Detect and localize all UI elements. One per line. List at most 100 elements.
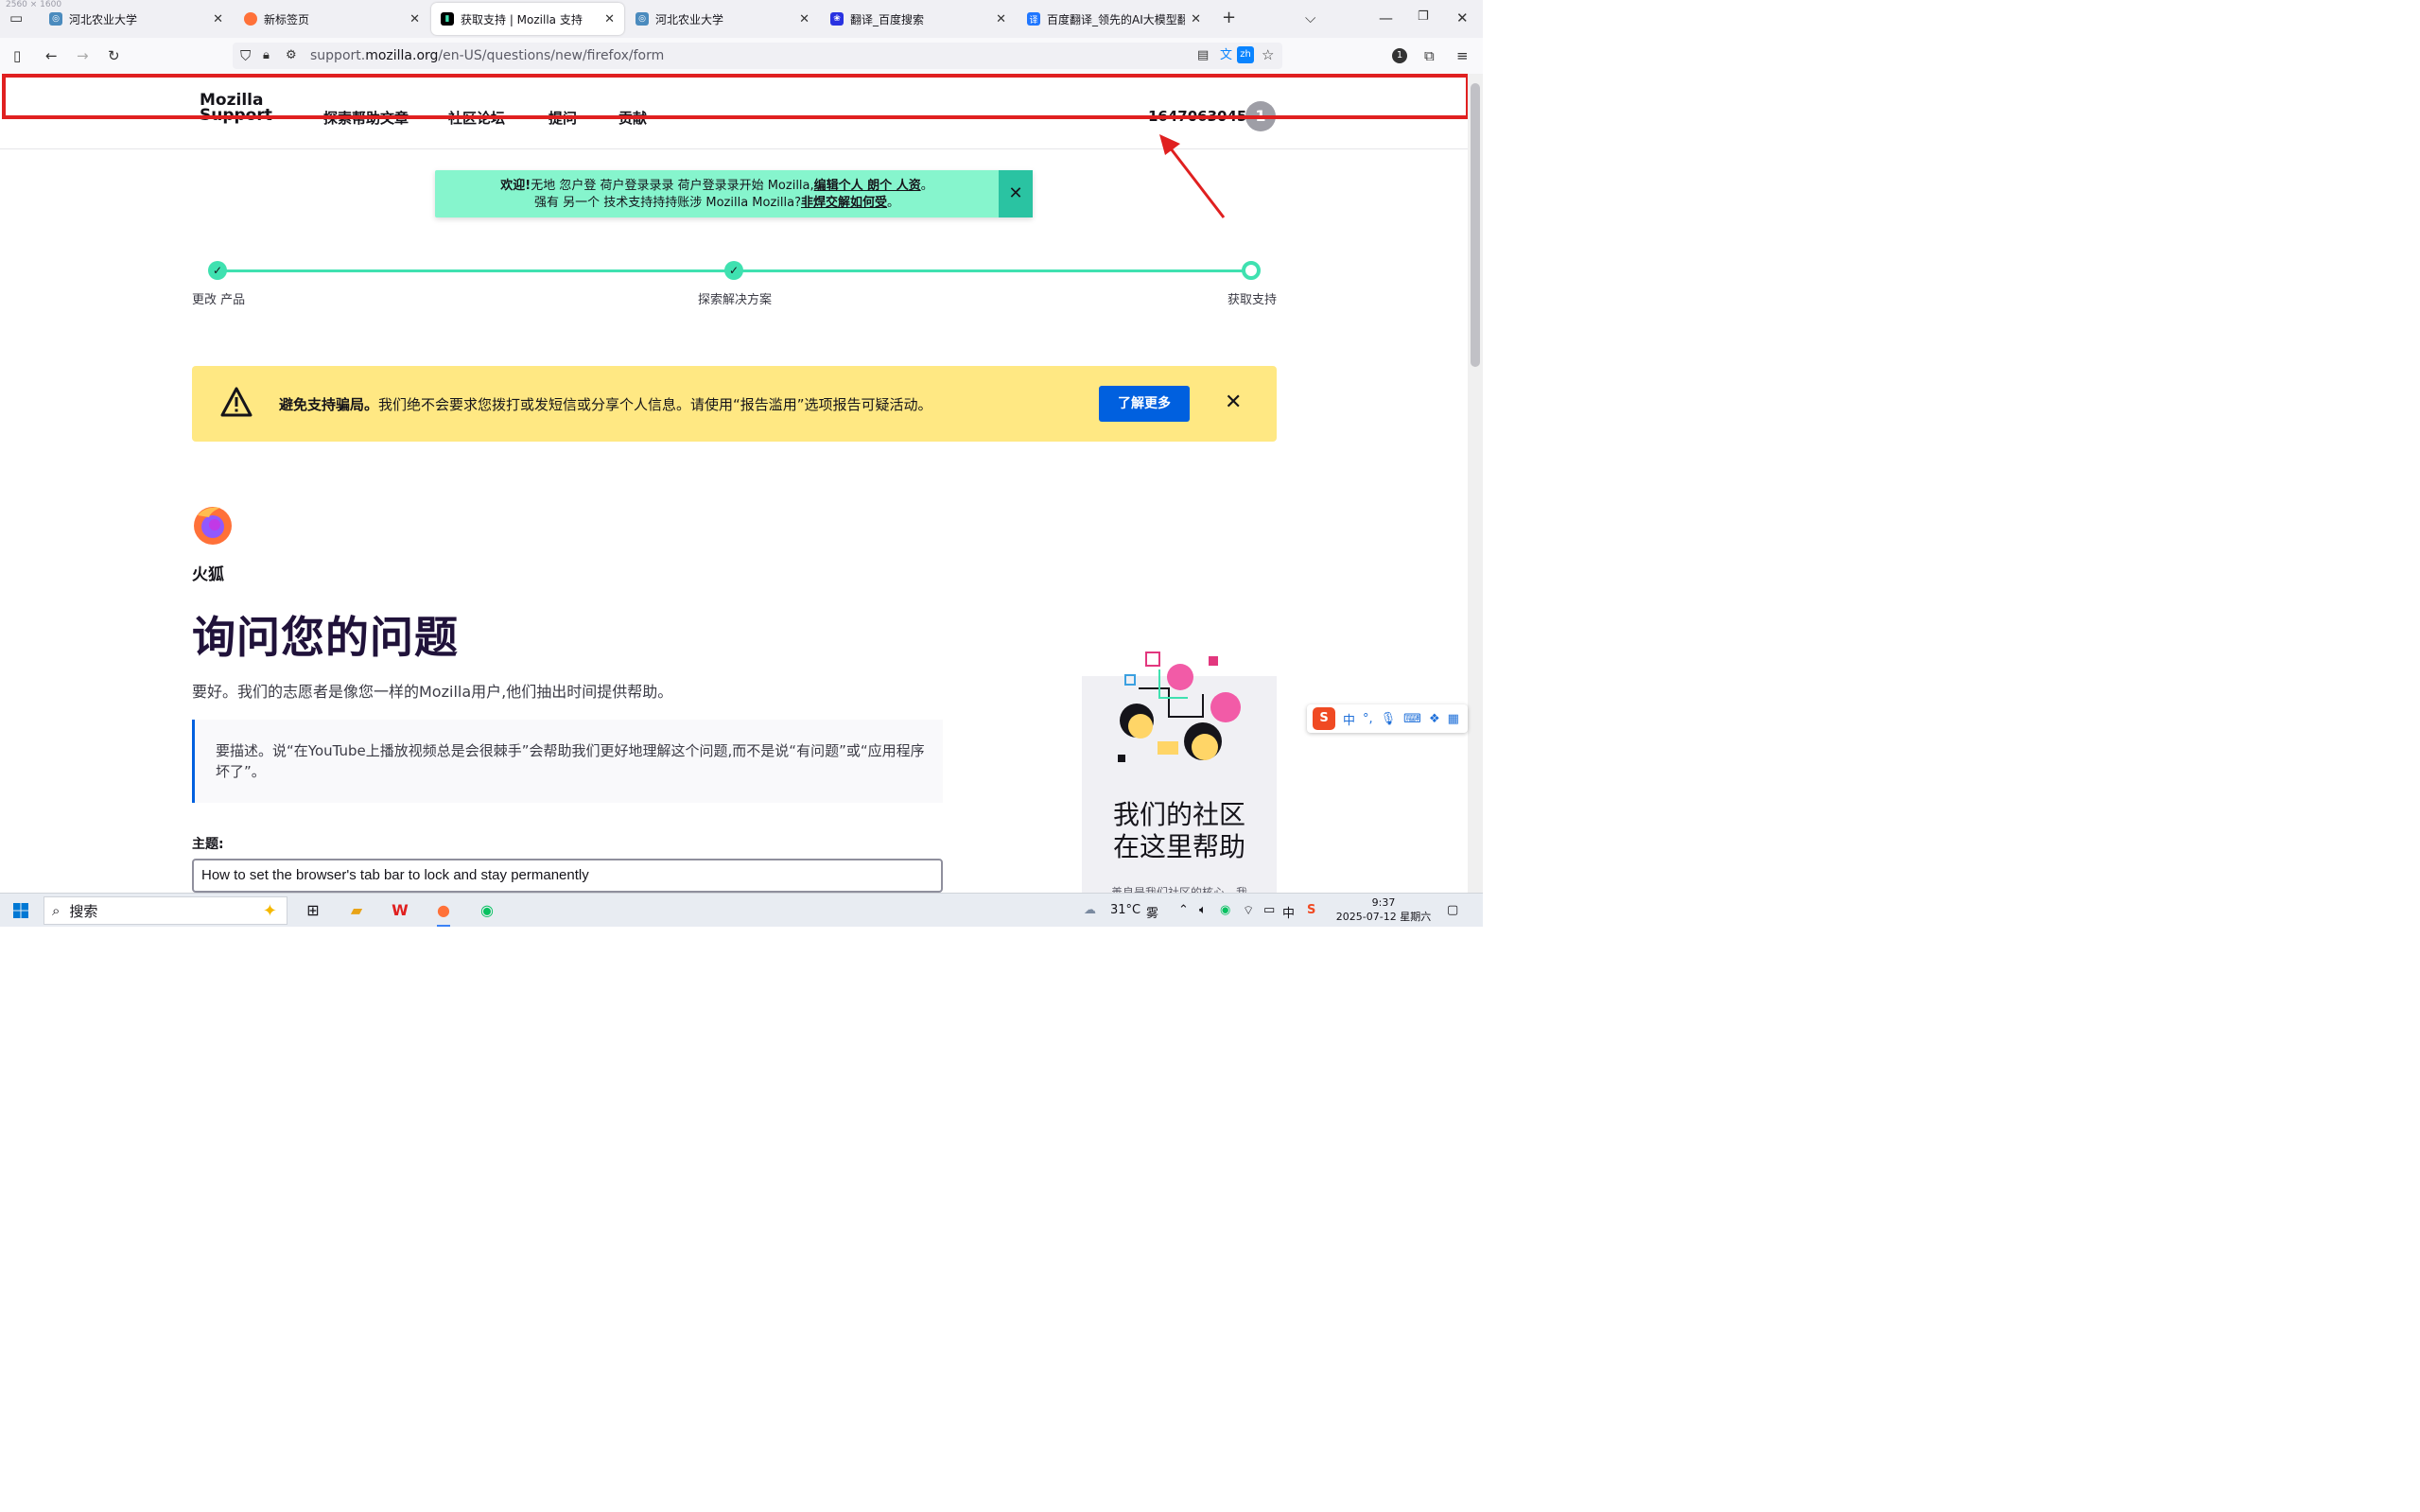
annotation-arrow-icon (1159, 134, 1226, 218)
close-icon: ✕ (1225, 391, 1243, 414)
microphone-icon[interactable]: 🎙︎ (1381, 712, 1397, 726)
baidu-translate-icon: 译 (1027, 12, 1040, 26)
translate-language-badge[interactable]: zh (1237, 46, 1254, 63)
warning-close-button[interactable]: ✕ (1225, 391, 1242, 414)
step-done-check-icon: ✓ (208, 261, 227, 280)
community-subtitle: 善良是我们社区的核心。我 (1110, 886, 1247, 893)
chevron-down-icon[interactable]: ⌵ (1305, 9, 1315, 26)
ime-punctuation-toggle[interactable]: °, (1363, 712, 1373, 726)
wechat-icon[interactable]: ◉ (475, 898, 499, 923)
permissions-icon[interactable]: ⚙ (286, 47, 297, 64)
subject-input[interactable]: How to set the browser's tab bar to lock… (192, 859, 943, 893)
annotation-highlight-box (2, 74, 1468, 119)
step-label-explore-solutions[interactable]: 探索解决方案 (698, 289, 772, 307)
learn-how-link[interactable]: 非焊交解如何受 (801, 196, 887, 210)
sogou-tray-icon[interactable]: S (1307, 903, 1315, 917)
baidu-icon: ❀ (830, 12, 844, 26)
tab-mozilla-support[interactable]: ▮ 获取支持 | Mozilla 支持 ✕ (431, 3, 624, 35)
bookmark-star-icon[interactable]: ☆ (1262, 46, 1274, 63)
firefox-taskbar-icon[interactable]: ● (431, 898, 456, 927)
tab-new-tab[interactable]: 新标签页 ✕ (235, 3, 429, 35)
wifi-icon[interactable]: ⌔ (1243, 903, 1254, 918)
back-arrow-icon[interactable]: ← (45, 47, 58, 64)
tab-list-icon[interactable]: ▭ (9, 9, 23, 26)
welcome-close-button[interactable]: ✕ (999, 170, 1033, 217)
wps-office-icon[interactable]: W (388, 898, 412, 923)
warning-triangle-icon (220, 387, 252, 417)
page-title: 询问您的问题 (192, 612, 459, 663)
description-tip: 要描述。说“在YouTube上播放视频总是会很棘手”会帮助我们更好地理解这个问题… (192, 720, 943, 803)
scrollbar-thumb[interactable] (1471, 83, 1480, 367)
new-tab-plus-icon[interactable]: + (1222, 8, 1236, 27)
page-scrollbar[interactable] (1468, 74, 1483, 893)
wechat-tray-icon[interactable]: ◉ (1220, 903, 1230, 917)
reader-view-icon[interactable]: ▤ (1197, 47, 1209, 64)
minimize-icon[interactable]: — (1379, 9, 1393, 26)
intro-text: 要好。我们的志愿者是像您一样的Mozilla用户,他们抽出时间提供帮助。 (192, 683, 673, 701)
community-illustration-icon (1118, 652, 1241, 762)
navigation-toolbar: ▯ ← → ↻ ⛉ 🔒︎ ⚙ support.mozilla.org/en-US… (0, 38, 1483, 74)
browser-tab-strip: ▭ 2560 × 1600 ◎ 河北农业大学 ✕ 新标签页 ✕ ▮ 获取支持 |… (0, 0, 1483, 38)
globe-icon: ◎ (49, 12, 62, 26)
restore-icon[interactable]: ❐ (1418, 9, 1429, 24)
close-tab-icon[interactable]: ✕ (409, 12, 420, 26)
forward-arrow-icon[interactable]: → (77, 47, 89, 64)
shield-icon[interactable]: ⛉ (240, 47, 251, 64)
tab-baidu-translate[interactable]: 译 百度翻译_领先的AI大模型翻译_ ✕ (1018, 3, 1210, 35)
mozilla-support-icon: ▮ (441, 12, 454, 26)
close-tab-icon[interactable]: ✕ (604, 12, 615, 26)
sidebar-toggle-icon[interactable]: ▯ (13, 47, 21, 64)
lock-icon[interactable]: 🔒︎ (263, 47, 270, 64)
apps-grid-icon[interactable]: ▦ (1448, 712, 1459, 726)
reload-icon[interactable]: ↻ (108, 47, 120, 64)
sparkle-icon: ✦ (262, 900, 277, 921)
scam-warning-banner: 避免支持骗局。我们绝不会要求您拨打或发短信或分享个人信息。请使用“报告滥用”选项… (192, 366, 1277, 442)
skin-icon[interactable]: ❖ (1429, 712, 1440, 726)
tab-hebau-2[interactable]: ◎ 河北农业大学 ✕ (626, 3, 819, 35)
ime-mode-toggle[interactable]: 中 (1343, 710, 1355, 728)
weather-cloud-icon[interactable]: ☁ (1084, 903, 1096, 917)
translate-icon[interactable]: 文 (1220, 47, 1232, 64)
window-close-icon[interactable]: ✕ (1456, 9, 1469, 26)
tray-chevron-up-icon[interactable]: ⌃ (1178, 903, 1189, 917)
step-label-change-product[interactable]: 更改 产品 (192, 289, 245, 307)
product-name: 火狐 (192, 565, 224, 584)
address-bar[interactable]: ⛉ 🔒︎ ⚙ support.mozilla.org/en-US/questio… (233, 43, 1282, 69)
battery-icon[interactable]: ▭ (1263, 903, 1275, 917)
subject-label: 主题: (192, 837, 224, 852)
taskbar-search-box[interactable]: ⌕ 搜索 ✦ (44, 896, 287, 925)
ime-tray-indicator[interactable]: 中 (1282, 903, 1295, 921)
system-clock[interactable]: 9:37 2025-07-12 星期六 (1333, 895, 1434, 924)
close-tab-icon[interactable]: ✕ (213, 12, 223, 26)
close-tab-icon[interactable]: ✕ (996, 12, 1006, 26)
file-explorer-icon[interactable]: ▰ (344, 898, 369, 923)
firefox-icon (244, 12, 257, 26)
extensions-puzzle-icon[interactable]: ⧉ (1424, 47, 1435, 64)
keyboard-icon[interactable]: ⌨ (1403, 712, 1421, 726)
ime-toolbar[interactable]: S 中 °, 🎙︎ ⌨ ❖ ▦ (1307, 704, 1468, 733)
menu-hamburger-icon[interactable]: ≡ (1456, 47, 1469, 64)
weather-description[interactable]: 雾 (1146, 903, 1158, 921)
edit-profile-link[interactable]: 编辑个人 朗个 人资 (814, 179, 921, 193)
close-tab-icon[interactable]: ✕ (799, 12, 810, 26)
learn-more-button[interactable]: 了解更多 (1099, 386, 1190, 422)
close-icon: ✕ (1008, 183, 1023, 203)
globe-icon: ◎ (635, 12, 649, 26)
notification-icon[interactable]: ▢ (1447, 903, 1458, 917)
extension-badge-icon[interactable]: 1 (1392, 48, 1407, 63)
windows-start-icon[interactable] (13, 903, 28, 918)
firefox-logo-icon (194, 507, 232, 545)
welcome-banner: 欢迎!无地 忽户登 荷户登录录录 荷户登录录开始 Mozilla,编辑个人 朗个… (435, 170, 1033, 217)
url-text[interactable]: support.mozilla.org/en-US/questions/new/… (310, 48, 664, 63)
community-title: 我们的社区 在这里帮助 (1112, 799, 1245, 862)
volume-icon[interactable]: 🔈︎ (1199, 903, 1207, 917)
step-current-icon (1242, 261, 1261, 280)
task-view-icon[interactable]: ⊞ (301, 898, 325, 923)
weather-temperature[interactable]: 31°C (1110, 903, 1140, 917)
close-tab-icon[interactable]: ✕ (1191, 12, 1201, 26)
web-page: Mozilla Support 探索帮助文章 社区论坛 提问 贡献 164706… (0, 74, 1468, 893)
step-done-check-icon: ✓ (724, 261, 743, 280)
tab-hebau-1[interactable]: ◎ 河北农业大学 ✕ (40, 3, 233, 35)
sogou-ime-icon[interactable]: S (1313, 707, 1335, 730)
tab-baidu-search[interactable]: ❀ 翻译_百度搜索 ✕ (821, 3, 1016, 35)
